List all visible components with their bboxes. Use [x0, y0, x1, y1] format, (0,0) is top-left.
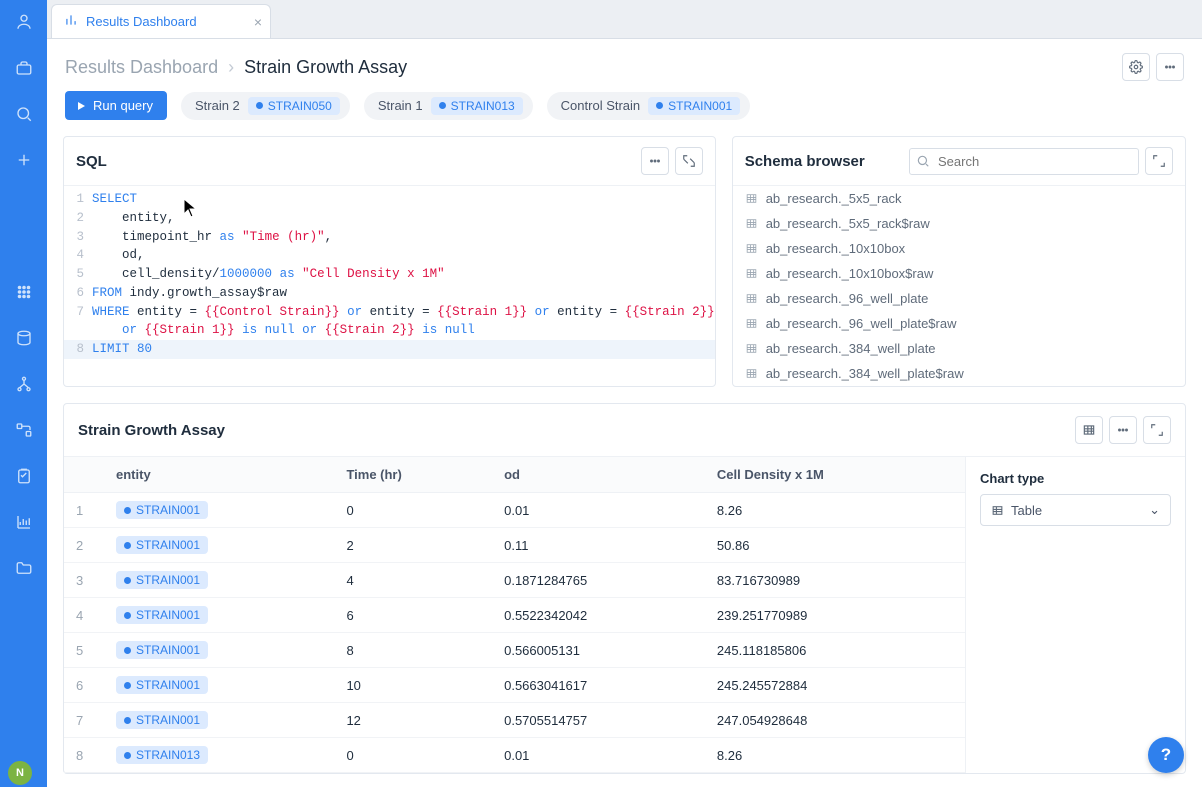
table-row[interactable]: 6STRAIN001100.5663041617245.245572884	[64, 668, 965, 703]
grid-icon[interactable]	[14, 282, 34, 302]
left-nav-rail: N	[0, 0, 47, 787]
settings-button[interactable]	[1122, 53, 1150, 81]
entity-tag[interactable]: STRAIN050	[248, 97, 340, 115]
briefcase-icon[interactable]	[14, 58, 34, 78]
schema-item[interactable]: ab_research._96_well_plate	[733, 286, 1185, 311]
column-header[interactable]: entity	[104, 457, 334, 493]
results-table: entityTime (hr)odCell Density x 1M 1STRA…	[64, 457, 965, 773]
chevron-right-icon: ›	[228, 57, 234, 78]
chart-type-select[interactable]: Table ⌄	[980, 494, 1171, 526]
breadcrumb-root[interactable]: Results Dashboard	[65, 57, 218, 78]
workflow-icon[interactable]	[14, 420, 34, 440]
bar-chart-icon	[64, 13, 78, 30]
more-button[interactable]	[1156, 53, 1184, 81]
table-view-button[interactable]	[1075, 416, 1103, 444]
table-row[interactable]: 2STRAIN00120.1150.86	[64, 528, 965, 563]
entity-tag[interactable]: STRAIN001	[116, 676, 208, 694]
results-more-button[interactable]	[1109, 416, 1137, 444]
run-query-button[interactable]: Run query	[65, 91, 167, 120]
sql-line[interactable]: 8LIMIT 80	[64, 340, 715, 359]
schema-expand-button[interactable]	[1145, 147, 1173, 175]
chart-type-label: Chart type	[980, 471, 1171, 486]
schema-item[interactable]: ab_research._96_well_plate$raw	[733, 311, 1185, 336]
schema-item[interactable]: ab_research._10x10box$raw	[733, 261, 1185, 286]
param-chip[interactable]: Strain 2 STRAIN050	[181, 92, 350, 120]
column-header[interactable]: Cell Density x 1M	[705, 457, 965, 493]
column-header[interactable]: od	[492, 457, 705, 493]
schema-item[interactable]: ab_research._10x10box	[733, 236, 1185, 261]
param-label: Control Strain	[561, 98, 640, 113]
sql-more-button[interactable]	[641, 147, 669, 175]
tab-bar: Results Dashboard ×	[47, 0, 1202, 38]
user-avatar[interactable]: N	[8, 761, 32, 785]
schema-browser-panel: Schema browser ab_research._5x5_rackab_r…	[732, 136, 1186, 387]
param-label: Strain 2	[195, 98, 240, 113]
table-row[interactable]: 3STRAIN00140.187128476583.716730989	[64, 563, 965, 598]
entity-tag[interactable]: STRAIN001	[116, 536, 208, 554]
close-icon[interactable]: ×	[254, 14, 262, 30]
table-row[interactable]: 1STRAIN00100.018.26	[64, 493, 965, 528]
table-row[interactable]: 8STRAIN01300.018.26	[64, 738, 965, 773]
param-chip[interactable]: Strain 1 STRAIN013	[364, 92, 533, 120]
help-button[interactable]: ?	[1148, 737, 1184, 773]
tree-icon[interactable]	[14, 374, 34, 394]
chart-type-value: Table	[1011, 503, 1042, 518]
param-chip[interactable]: Control Strain STRAIN001	[547, 92, 751, 120]
tab-label: Results Dashboard	[86, 14, 197, 29]
column-header[interactable]: Time (hr)	[334, 457, 492, 493]
sql-editor[interactable]: 1SELECT2 entity,3 timepoint_hr as "Time …	[64, 185, 715, 385]
entity-tag[interactable]: STRAIN013	[431, 97, 523, 115]
table-row[interactable]: 7STRAIN001120.5705514757247.054928648	[64, 703, 965, 738]
search-icon[interactable]	[14, 104, 34, 124]
run-query-label: Run query	[93, 98, 153, 113]
schema-search-input[interactable]	[909, 148, 1139, 175]
sql-line[interactable]: 2 entity,	[64, 209, 715, 228]
param-label: Strain 1	[378, 98, 423, 113]
tab-results-dashboard[interactable]: Results Dashboard ×	[51, 4, 271, 38]
sql-expand-button[interactable]	[675, 147, 703, 175]
sql-line[interactable]: 7WHERE entity = {{Control Strain}} or en…	[64, 303, 715, 322]
chart-icon[interactable]	[14, 512, 34, 532]
database-icon[interactable]	[14, 328, 34, 348]
chart-config-sidebar: Chart type Table ⌄	[965, 457, 1185, 773]
schema-title: Schema browser	[745, 153, 865, 170]
table-row[interactable]: 4STRAIN00160.5522342042239.251770989	[64, 598, 965, 633]
schema-item[interactable]: ab_research._5x5_rack	[733, 186, 1185, 211]
plus-icon[interactable]	[14, 150, 34, 170]
home-icon[interactable]	[14, 12, 34, 32]
entity-tag[interactable]: STRAIN001	[116, 571, 208, 589]
sql-line[interactable]: 5 cell_density/1000000 as "Cell Density …	[64, 265, 715, 284]
sql-panel-title: SQL	[76, 153, 107, 170]
sql-line[interactable]: 1SELECT	[64, 190, 715, 209]
schema-item[interactable]: ab_research._384_well_plate	[733, 336, 1185, 361]
table-icon	[991, 504, 1004, 517]
sql-line[interactable]: 3 timepoint_hr as "Time (hr)",	[64, 228, 715, 247]
entity-tag[interactable]: STRAIN001	[648, 97, 740, 115]
results-title: Strain Growth Assay	[78, 422, 225, 439]
table-row[interactable]: 5STRAIN00180.566005131245.118185806	[64, 633, 965, 668]
folder-icon[interactable]	[14, 558, 34, 578]
chevron-down-icon: ⌄	[1149, 502, 1160, 518]
clipboard-icon[interactable]	[14, 466, 34, 486]
breadcrumb: Results Dashboard › Strain Growth Assay	[65, 57, 407, 78]
entity-tag[interactable]: STRAIN013	[116, 746, 208, 764]
sql-line[interactable]: 4 od,	[64, 246, 715, 265]
entity-tag[interactable]: STRAIN001	[116, 641, 208, 659]
entity-tag[interactable]: STRAIN001	[116, 606, 208, 624]
schema-item[interactable]: ab_research._5x5_rack$raw	[733, 211, 1185, 236]
sql-line[interactable]: or {{Strain 1}} is null or {{Strain 2}} …	[64, 321, 715, 340]
sql-line[interactable]: 6FROM indy.growth_assay$raw	[64, 284, 715, 303]
page-title: Strain Growth Assay	[244, 57, 407, 78]
entity-tag[interactable]: STRAIN001	[116, 501, 208, 519]
results-panel: Strain Growth Assay entityTime (hr)odCel…	[63, 403, 1186, 774]
sql-panel: SQL 1SELECT2 entity,3 timepoint_hr as "T…	[63, 136, 716, 387]
column-header[interactable]	[64, 457, 104, 493]
entity-tag[interactable]: STRAIN001	[116, 711, 208, 729]
schema-item[interactable]: ab_research._384_well_plate$raw	[733, 361, 1185, 386]
results-expand-button[interactable]	[1143, 416, 1171, 444]
